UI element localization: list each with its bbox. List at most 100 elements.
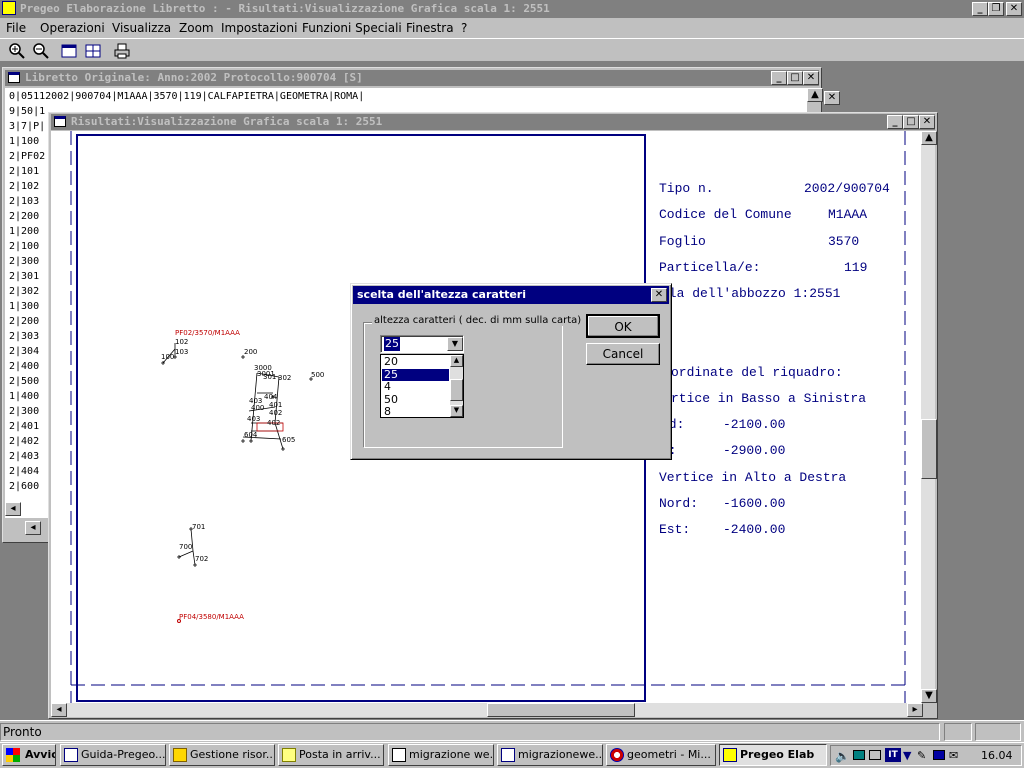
task-posta-arrivo[interactable]: Posta in arriv... [278, 744, 384, 766]
task-label: migrazione we... [409, 748, 494, 761]
risultati-vscroll[interactable]: ▲ ▼ [921, 131, 937, 703]
printer-tray-icon[interactable] [869, 750, 881, 760]
libretto-scroll-up-button[interactable]: ▲ [807, 88, 823, 102]
libretto-scroll-left-button-2[interactable]: ◂ [25, 521, 41, 535]
grid-window-icon[interactable] [84, 42, 102, 60]
task-label: Pregeo Elab [740, 748, 815, 761]
speaker-icon[interactable]: 🔈 [835, 749, 850, 763]
libretto-line: 2|PF02 [9, 151, 46, 162]
basso-est-value: -2900.00 [723, 443, 786, 458]
tools-icon[interactable]: ✎ [917, 749, 926, 762]
risultati-hscroll[interactable]: ◂ ▸ [51, 703, 923, 717]
risultati-scroll-left-button[interactable]: ◂ [51, 703, 67, 717]
libretto-line: 1|400 [9, 391, 40, 402]
print-icon[interactable] [113, 42, 131, 60]
combo-dropdown-button[interactable]: ▼ [447, 337, 463, 351]
antivirus-icon[interactable]: ▼ [903, 749, 911, 762]
basso-nord-value: -2100.00 [723, 417, 786, 432]
point-701-label: 701 [192, 523, 206, 531]
menu-help[interactable]: ? [461, 21, 467, 35]
envelope-icon [392, 748, 406, 762]
dialog-close-button[interactable]: ✕ [651, 288, 667, 302]
toolbar [0, 38, 1024, 62]
point-100-label: 100 [161, 353, 175, 361]
menu-operazioni[interactable]: Operazioni [40, 21, 105, 35]
it-language-icon[interactable]: IT [885, 748, 901, 762]
libretto-minimize-button[interactable]: _ [771, 71, 787, 85]
font-height-combo[interactable]: 25 ▼ [380, 335, 464, 353]
hidden-window-close-button[interactable]: ✕ [824, 91, 840, 105]
libretto-hscroll[interactable]: ◂ [5, 502, 25, 516]
restore-button[interactable]: ❐ [988, 2, 1004, 16]
libretto-line: 2|402 [9, 436, 40, 447]
menu-file[interactable]: File [6, 21, 26, 35]
foglio-value: 3570 [828, 234, 860, 249]
libretto-hscroll-2[interactable]: ◂ [25, 521, 45, 535]
task-migrazione-2[interactable]: migrazionewe... [497, 744, 603, 766]
point-401-label: 401 [269, 401, 283, 409]
clock[interactable]: 16.04 [981, 749, 1013, 762]
libretto-line: 9|50|1 [9, 106, 46, 117]
menu-visualizza[interactable]: Visualizza [112, 21, 171, 35]
minimize-button[interactable]: _ [972, 2, 988, 16]
libretto-line: 2|300 [9, 406, 40, 417]
list-item[interactable]: 50 [382, 393, 449, 406]
libretto-maximize-button[interactable]: □ [787, 71, 803, 85]
start-button[interactable]: Avvio [2, 744, 56, 766]
point-604-label: 604 [244, 431, 258, 439]
menu-impostazioni[interactable]: Impostazioni [221, 21, 297, 35]
libretto-line: 2|302 [9, 286, 40, 297]
menu-zoom[interactable]: Zoom [179, 21, 214, 35]
task-pregeo-elab[interactable]: Pregeo Elab [719, 744, 827, 766]
task-geometri[interactable]: geometri - Mi... [606, 744, 716, 766]
task-label: Posta in arriv... [299, 748, 381, 761]
point-200-label: 200 [244, 348, 258, 356]
libretto-scroll-left-button[interactable]: ◂ [5, 502, 21, 516]
libretto-line: 2|600 [9, 481, 40, 492]
menu-finestra[interactable]: Finestra [406, 21, 454, 35]
ok-button[interactable]: OK [586, 314, 660, 338]
browser-icon [610, 748, 624, 762]
libretto-close-button[interactable]: ✕ [803, 71, 819, 85]
task-migrazione-1[interactable]: migrazione we... [388, 744, 494, 766]
libretto-title: Libretto Originale: Anno:2002 Protocollo… [25, 71, 363, 84]
cancel-button[interactable]: Cancel [586, 343, 660, 365]
point-400-label: 400 [251, 404, 265, 412]
font-height-list[interactable]: 20 25 4 50 8 ▲ ▼ [380, 354, 464, 418]
comune-value: M1AAA [828, 207, 868, 222]
task-gestione-risorse[interactable]: Gestione risor... [169, 744, 275, 766]
point-413-label: 403 [247, 415, 261, 423]
risultati-vscroll-thumb[interactable] [921, 419, 937, 479]
combo-value: 25 [384, 337, 400, 351]
risultati-minimize-button[interactable]: _ [887, 115, 903, 129]
close-button[interactable]: ✕ [1006, 2, 1022, 16]
libretto-line: 2|404 [9, 466, 40, 477]
start-label: Avvio [25, 748, 56, 761]
risultati-maximize-button[interactable]: □ [903, 115, 919, 129]
libretto-line: 2|103 [9, 196, 40, 207]
list-item[interactable]: 4 [382, 381, 449, 393]
list-item[interactable]: 25 [382, 368, 449, 381]
list-scroll-thumb[interactable] [450, 379, 463, 401]
monitor-icon[interactable] [933, 750, 945, 760]
risultati-scroll-up-button[interactable]: ▲ [921, 131, 937, 145]
network-icon[interactable] [853, 750, 865, 760]
menu-funzioni-speciali[interactable]: Funzioni Speciali [302, 21, 402, 35]
list-scroll-up-button[interactable]: ▲ [450, 355, 463, 367]
windows-logo-icon [6, 748, 20, 762]
risultati-close-button[interactable]: ✕ [919, 115, 935, 129]
risultati-scroll-right-button[interactable]: ▸ [907, 703, 923, 717]
task-label: geometri - Mi... [627, 748, 711, 761]
task-guida-pregeo[interactable]: Guida-Pregeo... [60, 744, 166, 766]
list-item[interactable]: 8 [382, 406, 449, 418]
zoom-in-icon[interactable] [8, 42, 26, 60]
window-icon[interactable] [60, 42, 78, 60]
risultati-hscroll-thumb[interactable] [487, 703, 635, 717]
list-scroll-down-button[interactable]: ▼ [450, 405, 463, 417]
list-scrollbar[interactable]: ▲ ▼ [450, 355, 463, 417]
envelope-tray-icon[interactable]: ✉ [949, 749, 958, 762]
dialog-title: scelta dell'altezza caratteri [357, 288, 526, 301]
risultati-scroll-down-button[interactable]: ▼ [921, 689, 937, 703]
zoom-out-icon[interactable] [32, 42, 50, 60]
list-item[interactable]: 20 [382, 356, 449, 368]
